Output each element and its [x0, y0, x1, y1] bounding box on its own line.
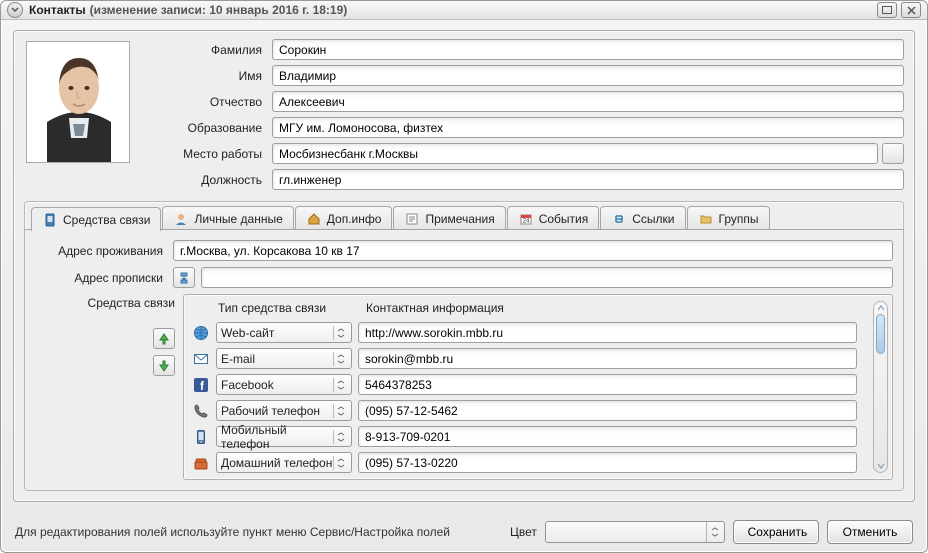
facebook-icon: f: [192, 376, 210, 394]
patronymic-label: Отчество: [152, 95, 272, 109]
surname-label: Фамилия: [152, 43, 272, 57]
comms-row: Web-сайт: [188, 322, 857, 343]
link-icon: [611, 211, 627, 227]
house-icon: [306, 211, 322, 227]
phone-device-icon: [42, 212, 58, 228]
reg-address-label: Адрес прописки: [35, 271, 173, 285]
education-input[interactable]: [272, 117, 904, 138]
folder-icon: [698, 211, 714, 227]
svg-text:24: 24: [522, 218, 529, 224]
tab-extra[interactable]: Доп.инфо: [295, 206, 393, 230]
tab-links[interactable]: Ссылки: [600, 206, 685, 230]
comms-row: f Facebook: [188, 374, 857, 395]
phone-icon: [192, 402, 210, 420]
window-menu-button[interactable]: [7, 2, 23, 18]
comms-type-combo[interactable]: Facebook: [216, 374, 352, 395]
save-button[interactable]: Сохранить: [733, 520, 819, 544]
tab-communications[interactable]: Средства связи: [31, 207, 161, 231]
comms-header-info: Контактная информация: [366, 301, 857, 315]
mobile-icon: [192, 428, 210, 446]
work-label: Место работы: [152, 147, 272, 161]
move-up-button[interactable]: [153, 328, 175, 349]
name-input[interactable]: [272, 65, 904, 86]
position-label: Должность: [152, 173, 272, 187]
comms-type-combo[interactable]: Рабочий телефон: [216, 400, 352, 421]
comms-info-input[interactable]: [358, 426, 857, 447]
scrollbar-thumb[interactable]: [876, 314, 885, 354]
education-label: Образование: [152, 121, 272, 135]
window-title: Контакты: [29, 3, 86, 17]
mail-icon: [192, 350, 210, 368]
tab-container: Средства связи Личные данные Доп.инфо Пр…: [24, 201, 904, 491]
note-icon: [404, 211, 420, 227]
comms-grid: Тип средства связи Контактная информация…: [183, 294, 893, 480]
comms-type-combo[interactable]: Web-сайт: [216, 322, 352, 343]
comms-row: E-mail: [188, 348, 857, 369]
titlebar: Контакты (изменение записи: 10 январь 20…: [1, 1, 927, 20]
tab-notes[interactable]: Примечания: [393, 206, 505, 230]
comms-header-type: Тип средства связи: [218, 301, 366, 315]
calendar-icon: 24: [518, 211, 534, 227]
scroll-down-icon: [877, 462, 885, 470]
contact-window: Контакты (изменение записи: 10 январь 20…: [0, 0, 928, 553]
main-panel: Фамилия Имя Отчество Образование Место р…: [13, 30, 915, 502]
comms-info-input[interactable]: [358, 452, 857, 473]
scroll-up-icon: [877, 304, 885, 312]
person-icon: [173, 211, 189, 227]
home-phone-icon: [192, 454, 210, 472]
comms-type-combo[interactable]: Мобильный телефон: [216, 426, 352, 447]
work-input[interactable]: [272, 143, 878, 164]
position-input[interactable]: [272, 169, 904, 190]
globe-icon: [192, 324, 210, 342]
tab-groups[interactable]: Группы: [687, 206, 770, 230]
comms-row: Рабочий телефон: [188, 400, 857, 421]
tab-personal[interactable]: Личные данные: [162, 206, 293, 230]
living-address-input[interactable]: [173, 240, 893, 261]
patronymic-input[interactable]: [272, 91, 904, 112]
footer: Для редактирования полей используйте пун…: [1, 512, 927, 552]
scrollbar[interactable]: [873, 301, 888, 473]
comms-info-input[interactable]: [358, 374, 857, 395]
close-button[interactable]: [901, 2, 921, 18]
color-label: Цвет: [510, 525, 537, 539]
comms-type-combo[interactable]: E-mail: [216, 348, 352, 369]
comms-label: Средства связи: [88, 296, 175, 310]
tab-bar: Средства связи Личные данные Доп.инфо Пр…: [25, 202, 903, 230]
work-lookup-button[interactable]: [882, 143, 904, 164]
contact-photo[interactable]: [26, 41, 130, 163]
surname-input[interactable]: [272, 39, 904, 60]
name-label: Имя: [152, 69, 272, 83]
tab-events[interactable]: 24 События: [507, 206, 600, 230]
maximize-button[interactable]: [877, 2, 897, 18]
reg-address-input[interactable]: [201, 267, 893, 288]
main-fields: Фамилия Имя Отчество Образование Место р…: [152, 39, 904, 195]
living-address-label: Адрес проживания: [35, 244, 173, 258]
copy-address-button[interactable]: [173, 267, 195, 288]
comms-info-input[interactable]: [358, 348, 857, 369]
comms-row: Домашний телефон: [188, 452, 857, 473]
move-down-button[interactable]: [153, 355, 175, 376]
comms-info-input[interactable]: [358, 322, 857, 343]
footer-hint: Для редактирования полей используйте пун…: [15, 525, 450, 539]
cancel-button[interactable]: Отменить: [827, 520, 913, 544]
comms-row: Мобильный телефон: [188, 426, 857, 447]
tab-content: Адрес проживания Адрес прописки Средства…: [25, 229, 903, 490]
comms-info-input[interactable]: [358, 400, 857, 421]
color-combo[interactable]: [545, 521, 725, 543]
comms-type-combo[interactable]: Домашний телефон: [216, 452, 352, 473]
window-subtitle: (изменение записи: 10 январь 2016 г. 18:…: [90, 3, 348, 17]
